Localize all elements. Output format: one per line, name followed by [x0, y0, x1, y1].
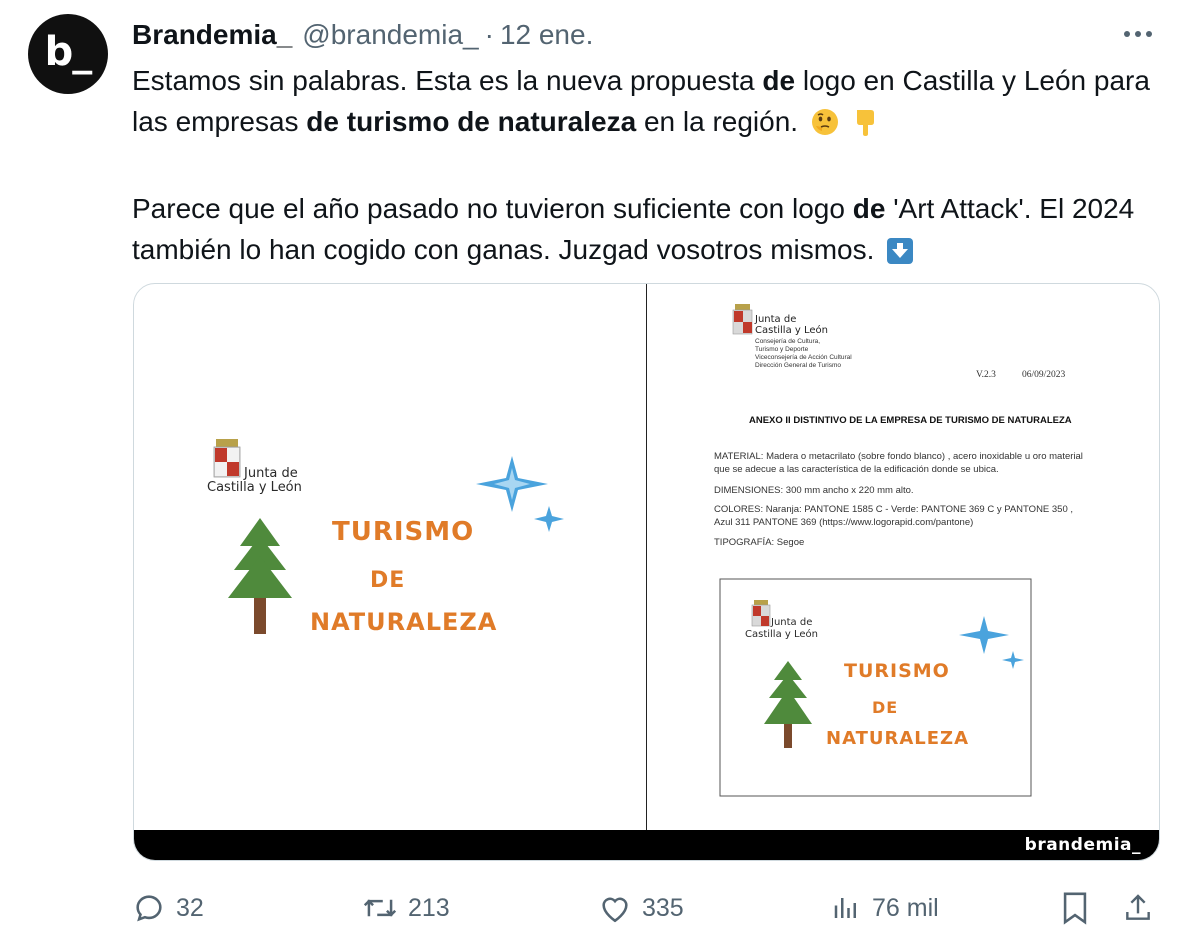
heart-icon: [602, 897, 628, 923]
left-tree-icon: [228, 518, 292, 634]
doc-heading: ANEXO II DISTINTIVO DE LA EMPRESA DE TUR…: [749, 415, 1072, 426]
reply-count: 32: [176, 893, 204, 922]
org-sub-3: Viceconsejería de Acción Cultural: [755, 354, 852, 361]
media-divider: [646, 284, 647, 830]
media-footer-bar: brandemia_: [134, 830, 1159, 860]
doc-version: V.2.3: [976, 370, 996, 380]
right-org-block: Junta de Castilla y León: [755, 314, 828, 336]
right-org-line2: Castilla y León: [755, 325, 828, 336]
author-handle[interactable]: @brandemia_: [302, 19, 478, 51]
text-bold: de turismo de naturaleza: [306, 106, 637, 137]
doc-date: 06/09/2023: [1022, 370, 1066, 380]
doc-colores: COLORES: Naranja: PANTONE 1585 C - Verde…: [714, 503, 1073, 529]
tweet-text: Estamos sin palabras. Esta es la nueva p…: [132, 60, 1162, 276]
right-org-sub: Consejería de Cultura, Turismo y Deporte…: [755, 338, 852, 370]
share-button[interactable]: [1122, 888, 1164, 928]
brandemia-watermark: brandemia_: [1024, 835, 1141, 855]
org-sub-4: Dirección General de Turismo: [755, 362, 841, 369]
tweet-header: Brandemia_ @brandemia_ · 12 ene.: [132, 16, 593, 54]
doc-material: MATERIAL: Madera o metacrilato (sobre fo…: [714, 450, 1083, 476]
tweet-media[interactable]: Junta de Castilla y León TURISMO DE NATU…: [133, 283, 1160, 861]
tweet-timestamp[interactable]: 12 ene.: [500, 19, 593, 51]
doc-dimensiones: DIMENSIONES: 300 mm ancho x 220 mm alto.: [714, 485, 914, 496]
org-sub-1: Consejería de Cultura,: [755, 338, 821, 345]
box-title-line1: TURISMO: [844, 660, 950, 682]
like-count: 335: [642, 893, 684, 922]
like-button[interactable]: 335: [598, 888, 684, 928]
repost-button[interactable]: 213: [362, 888, 450, 928]
right-org-line1: Junta de: [755, 314, 797, 325]
share-icon: [1126, 894, 1150, 920]
repost-icon: [363, 899, 397, 917]
org-sub-2: Turismo y Deporte: [755, 346, 809, 353]
left-org-line1: Junta de: [244, 466, 298, 481]
down-arrow-icon: [886, 235, 914, 276]
doc-material-1: MATERIAL: Madera o metacrilato (sobre fo…: [714, 451, 1083, 462]
right-doc-crest: [732, 304, 753, 335]
bookmark-icon: [1063, 892, 1087, 925]
views-icon: [834, 898, 856, 918]
tweet-paragraph-2: Parece que el año pasado no tuvieron suf…: [132, 188, 1162, 276]
box-title-line3: NATURALEZA: [826, 728, 970, 749]
box-org-line2: Castilla y León: [745, 629, 818, 640]
text-bold: de: [852, 193, 886, 224]
left-org-line2: Castilla y León: [207, 480, 302, 495]
reply-button[interactable]: 32: [132, 888, 204, 928]
doc-colores-1: COLORES: Naranja: PANTONE 1585 C - Verde…: [714, 504, 1074, 515]
header-separator: ·: [484, 19, 494, 50]
left-org-name: Junta de: [242, 467, 298, 481]
box-org-line1: Junta de: [771, 617, 813, 628]
repost-count: 213: [408, 893, 450, 922]
text-run: en la región.: [636, 106, 799, 137]
left-logo-crest: [213, 439, 241, 478]
views-button[interactable]: 76 mil: [830, 888, 939, 928]
text-bold: de: [762, 65, 796, 96]
author-avatar[interactable]: b_: [28, 14, 108, 94]
pointing-down-icon: [852, 107, 878, 148]
avatar-text: b_: [44, 29, 93, 75]
box-crest: [751, 600, 771, 627]
doc-tipografia: TIPOGRAFÍA: Segoe: [714, 537, 805, 548]
doc-material-2: que se adecue a las característica de la…: [714, 464, 999, 475]
thinking-face-icon: [810, 107, 840, 148]
left-title-line3: NATURALEZA: [310, 608, 498, 636]
author-name[interactable]: Brandemia_: [132, 19, 292, 51]
box-title-line2: DE: [872, 698, 899, 717]
bookmark-button[interactable]: [1060, 888, 1100, 928]
views-count: 76 mil: [872, 893, 939, 922]
tweet-actions: 32 213 335 76 mil: [132, 888, 1162, 928]
more-options-icon[interactable]: [1118, 20, 1158, 48]
text-run: Parece que el año pasado no tuvieron suf…: [132, 193, 853, 224]
text-run: Estamos sin palabras. Esta es la nueva p…: [132, 65, 763, 96]
doc-colores-2: Azul 311 PANTONE 369 (https://www.logora…: [714, 517, 974, 528]
left-stars-icon: [476, 456, 564, 532]
tweet-paragraph-1: Estamos sin palabras. Esta es la nueva p…: [132, 60, 1162, 148]
left-title-line1: TURISMO: [332, 517, 475, 547]
reply-icon: [136, 895, 162, 922]
left-title-line2: DE: [370, 568, 406, 593]
